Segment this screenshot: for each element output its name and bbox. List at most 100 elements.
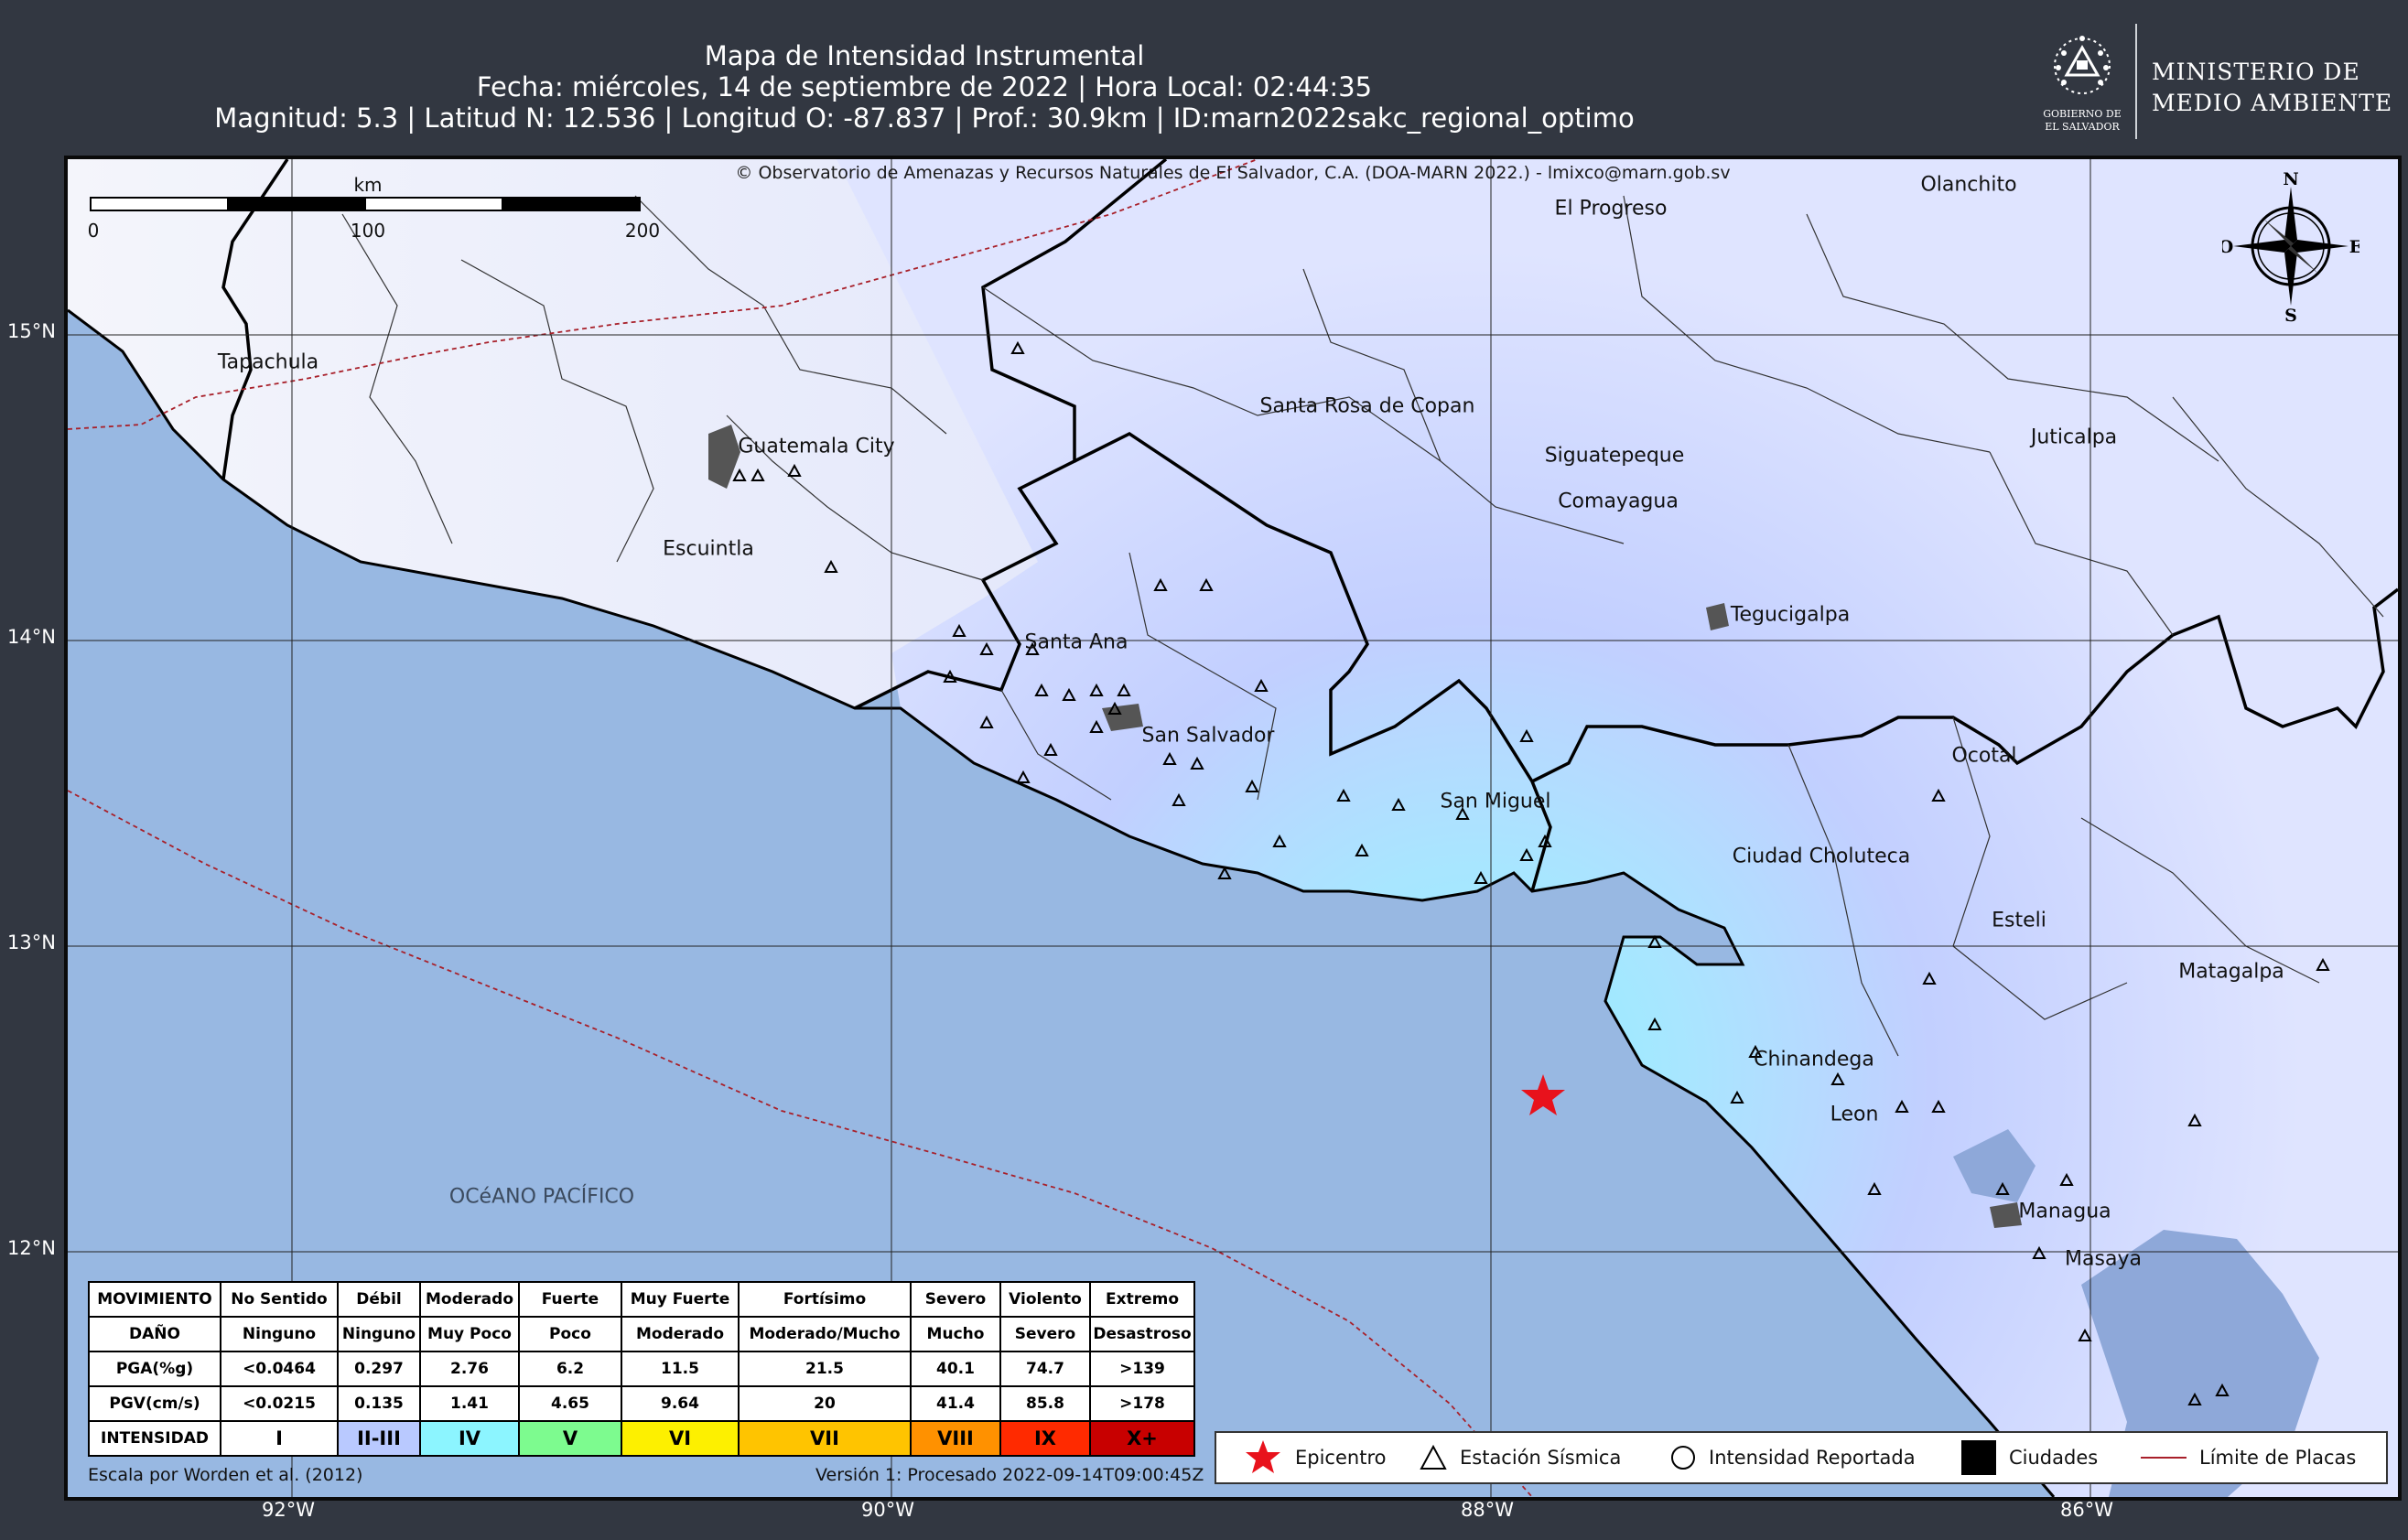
row-pga: PGA(%g) <0.0464 0.297 2.76 6.2 11.5 21.5… <box>88 1351 1195 1387</box>
lat-label: 14°N <box>7 626 56 648</box>
event-date-line: Fecha: miércoles, 14 de septiembre de 20… <box>476 71 1373 102</box>
city-label: Masaya <box>2065 1247 2142 1271</box>
table-cell: Poco <box>518 1316 622 1352</box>
table-cell: Muy Poco <box>419 1316 520 1352</box>
row-header: PGV(cm/s) <box>88 1385 221 1422</box>
svg-text:EL SALVADOR: EL SALVADOR <box>2045 121 2120 133</box>
table-cell: <0.0215 <box>220 1385 339 1422</box>
ministry-name-line1: MINISTERIO DE <box>2152 59 2360 85</box>
scale-unit: km <box>353 174 383 196</box>
table-cell: Severo <box>999 1316 1091 1352</box>
table-cell: Muy Fuerte <box>621 1281 740 1318</box>
city-label: Managua <box>2018 1200 2111 1223</box>
row-header: MOVIMIENTO <box>88 1281 221 1318</box>
row-pgv: PGV(cm/s) <0.0215 0.135 1.41 4.65 9.64 2… <box>88 1385 1195 1422</box>
table-cell: 41.4 <box>910 1385 1001 1422</box>
table-cell: Desastroso <box>1089 1316 1195 1352</box>
table-cell: >178 <box>1089 1385 1195 1422</box>
table-cell: Moderado/Mucho <box>738 1316 912 1352</box>
row-intensidad: INTENSIDAD I II-III IV V VI VII VIII IX … <box>88 1420 1195 1457</box>
city-label: Chinandega <box>1754 1048 1874 1072</box>
table-cell: Ninguno <box>220 1316 339 1352</box>
map-title: Mapa de Intensidad Instrumental <box>704 40 1145 71</box>
row-header: PGA(%g) <box>88 1351 221 1387</box>
ocean-label: OCéANO PACÍFICO <box>448 1185 635 1209</box>
intensity-color-cell: II-III <box>337 1420 421 1457</box>
city-label: Escuintla <box>663 537 754 561</box>
intensity-color-cell: X+ <box>1089 1420 1195 1457</box>
scale-tick-0: 0 <box>87 220 100 242</box>
star-icon <box>1246 1440 1280 1473</box>
compass-o: O <box>2222 237 2233 257</box>
intensity-map[interactable]: © Observatorio de Amenazas y Recursos Na… <box>64 156 2402 1501</box>
table-cell: 4.65 <box>518 1385 622 1422</box>
city-label: Guatemala City <box>738 435 895 458</box>
event-params-line: Magnitud: 5.3 | Latitud N: 12.536 | Long… <box>214 102 1635 134</box>
legend-label: Estación Sísmica <box>1460 1447 1622 1469</box>
lon-label: 92°W <box>262 1499 315 1521</box>
legend-label: Límite de Placas <box>2199 1447 2357 1469</box>
circle-icon <box>1671 1446 1695 1470</box>
city-label: Siguatepeque <box>1544 444 1685 468</box>
lat-label: 13°N <box>7 932 56 953</box>
legend-epicentro: Epicentro <box>1244 1433 1386 1482</box>
city-label: Ocotal <box>1951 744 2017 768</box>
intensity-color-cell: VII <box>738 1420 912 1457</box>
table-cell: 85.8 <box>999 1385 1091 1422</box>
table-cell: 40.1 <box>910 1351 1001 1387</box>
legend-label: Intensidad Reportada <box>1709 1447 1916 1469</box>
table-cell: Mucho <box>910 1316 1001 1352</box>
table-cell: Moderado <box>621 1316 740 1352</box>
row-movimiento: MOVIMIENTO No Sentido Débil Moderado Fue… <box>88 1281 1195 1318</box>
city-label: Tegucigalpa <box>1730 603 1851 627</box>
intensity-scale-table: MOVIMIENTO No Sentido Débil Moderado Fue… <box>88 1281 1195 1457</box>
lon-label: 88°W <box>1461 1499 1514 1521</box>
lat-label: 15°N <box>7 320 56 342</box>
city-label: Santa Rosa de Copan <box>1259 394 1475 418</box>
city-shape-managua <box>1990 1202 2022 1228</box>
table-cell: Extremo <box>1089 1281 1195 1318</box>
city-label: Tapachula <box>217 350 319 374</box>
version-credit: Versión 1: Procesado 2022-09-14T09:00:45… <box>815 1465 1204 1485</box>
city-label: Olanchito <box>1920 173 2017 197</box>
city-label: Esteli <box>1992 909 2046 932</box>
intensity-color-cell: I <box>220 1420 339 1457</box>
intensity-color-cell: IX <box>999 1420 1091 1457</box>
compass-e: E <box>2349 237 2359 257</box>
lon-label: 86°W <box>2060 1499 2113 1521</box>
triangle-icon <box>1420 1444 1447 1470</box>
scale-credit: Escala por Worden et al. (2012) <box>88 1465 363 1485</box>
intensity-color-cell: VIII <box>910 1420 1001 1457</box>
ministry-logo: GOBIERNO DE EL SALVADOR MINISTERIO DE ME… <box>2036 22 2403 141</box>
city-label: Juticalpa <box>2030 425 2118 449</box>
table-cell: 2.76 <box>419 1351 520 1387</box>
table-cell: Fuerte <box>518 1281 622 1318</box>
table-cell: <0.0464 <box>220 1351 339 1387</box>
scale-tick-100: 100 <box>350 220 386 242</box>
row-dano: DAÑO Ninguno Ninguno Muy Poco Poco Moder… <box>88 1316 1195 1352</box>
city-label: Comayagua <box>1558 490 1679 513</box>
table-cell: 11.5 <box>621 1351 740 1387</box>
map-copyright: © Observatorio de Amenazas y Recursos Na… <box>735 163 1731 183</box>
table-cell: 21.5 <box>738 1351 912 1387</box>
table-cell: 9.64 <box>621 1385 740 1422</box>
lat-label: 12°N <box>7 1237 56 1259</box>
svg-text:GOBIERNO DE: GOBIERNO DE <box>2043 108 2122 120</box>
intensity-color-cell: VI <box>621 1420 740 1457</box>
table-cell: 20 <box>738 1385 912 1422</box>
line-icon <box>2141 1457 2187 1459</box>
table-cell: Moderado <box>419 1281 520 1318</box>
table-cell: Severo <box>910 1281 1001 1318</box>
intensity-color-cell: IV <box>419 1420 520 1457</box>
city-label: Ciudad Choluteca <box>1732 845 1911 868</box>
city-label: San Miguel <box>1440 790 1551 813</box>
legend-label: Ciudades <box>2009 1447 2099 1469</box>
compass-n: N <box>2283 169 2298 189</box>
table-cell: Violento <box>999 1281 1091 1318</box>
city-label: Leon <box>1830 1103 1879 1126</box>
coat-of-arms-seal-icon: GOBIERNO DE EL SALVADOR <box>2043 36 2122 133</box>
city-label: El Progreso <box>1554 197 1668 221</box>
table-cell: 0.297 <box>337 1351 421 1387</box>
scale-tick-200: 200 <box>624 220 661 242</box>
compass-s: S <box>2284 306 2297 324</box>
